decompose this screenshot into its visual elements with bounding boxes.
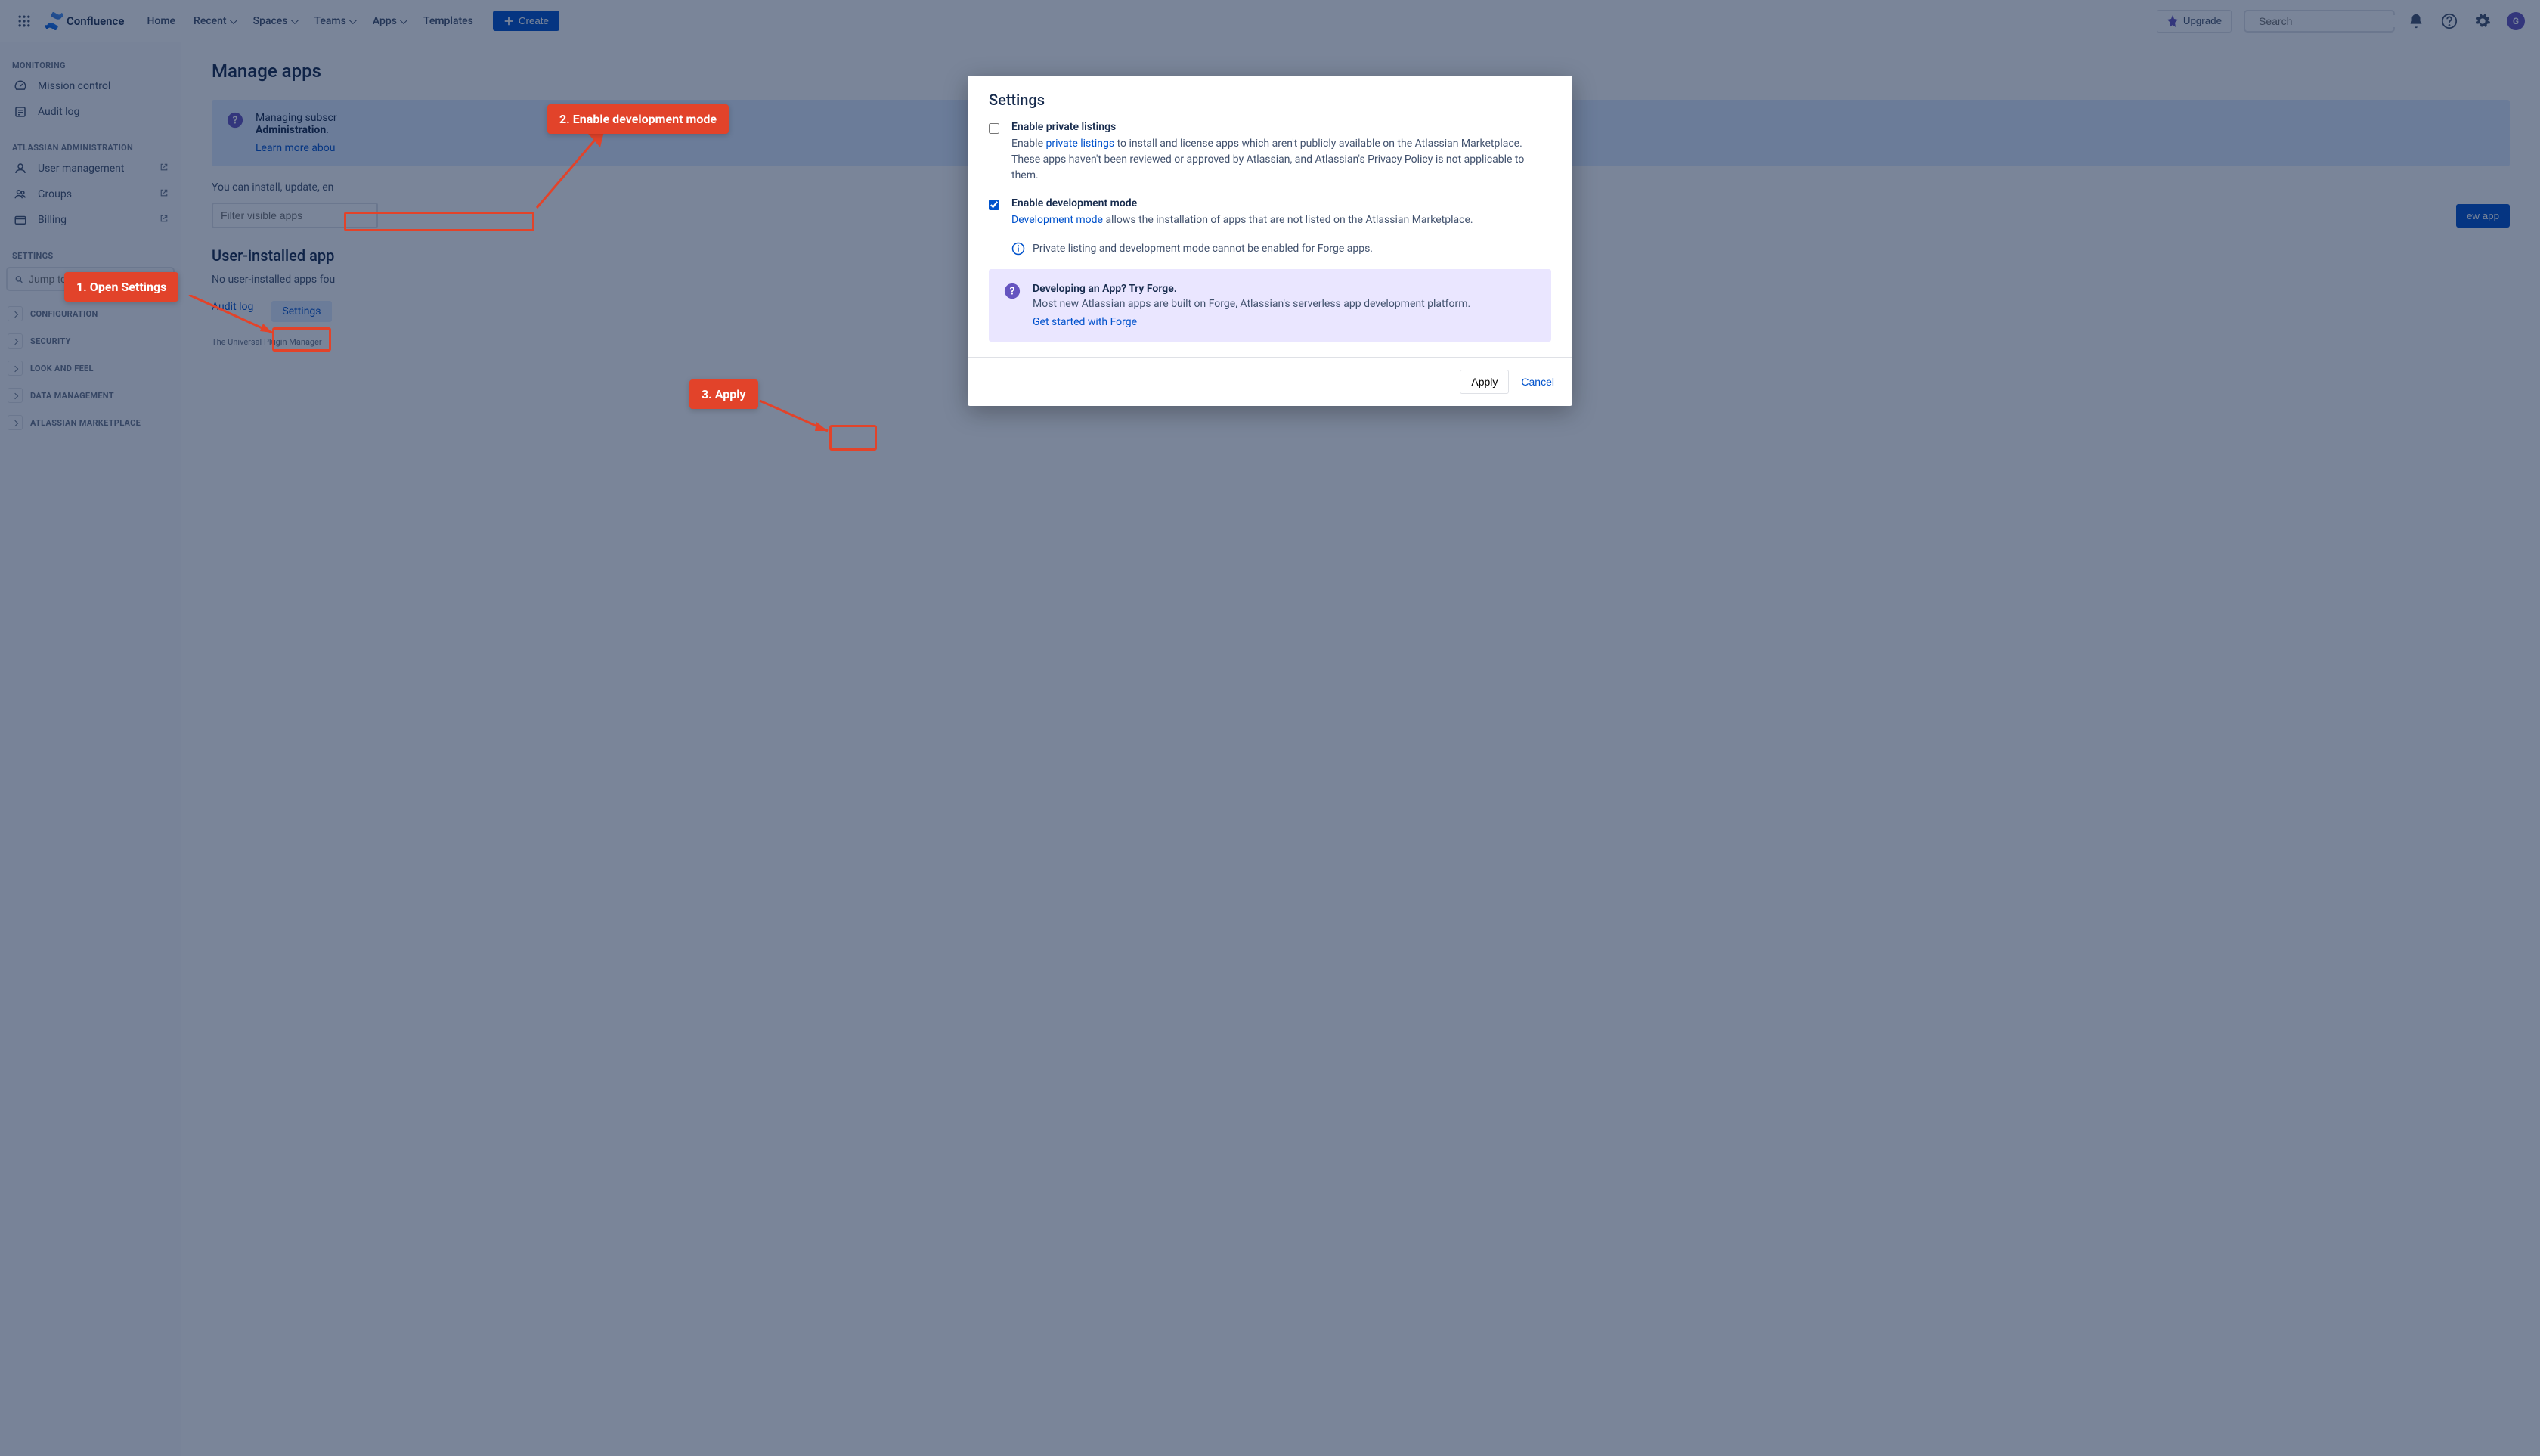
apply-button[interactable]: Apply — [1460, 370, 1509, 394]
settings-modal: Settings Enable private listings Enable … — [968, 76, 1572, 406]
dev-mode-title: Enable development mode — [1011, 197, 1551, 209]
annotation-step3: 3. Apply — [689, 379, 758, 409]
modal-overlay: Settings Enable private listings Enable … — [0, 0, 2540, 1456]
forge-link[interactable]: Get started with Forge — [1033, 316, 1137, 328]
info-icon: ? — [1004, 283, 1021, 328]
dev-mode-desc: Development mode allows the installation… — [1011, 212, 1551, 228]
cancel-button[interactable]: Cancel — [1521, 376, 1554, 388]
svg-text:?: ? — [1010, 286, 1015, 298]
dev-mode-checkbox[interactable] — [989, 200, 999, 210]
forge-callout: ? Developing an App? Try Forge. Most new… — [989, 269, 1551, 342]
private-listings-title: Enable private listings — [1011, 121, 1551, 133]
callout-title: Developing an App? Try Forge. — [1033, 283, 1470, 295]
private-listings-link[interactable]: private listings — [1045, 138, 1114, 150]
dev-mode-link[interactable]: Development mode — [1011, 214, 1103, 226]
info-icon — [1011, 242, 1025, 256]
private-listings-checkbox[interactable] — [989, 123, 999, 134]
modal-title: Settings — [968, 76, 1572, 121]
callout-desc: Most new Atlassian apps are built on For… — [1033, 298, 1470, 310]
private-listings-desc: Enable private listings to install and l… — [1011, 136, 1551, 184]
annotation-step1: 1. Open Settings — [64, 272, 178, 302]
annotation-step2: 2. Enable development mode — [547, 104, 729, 134]
forge-info-note: Private listing and development mode can… — [1011, 242, 1551, 256]
